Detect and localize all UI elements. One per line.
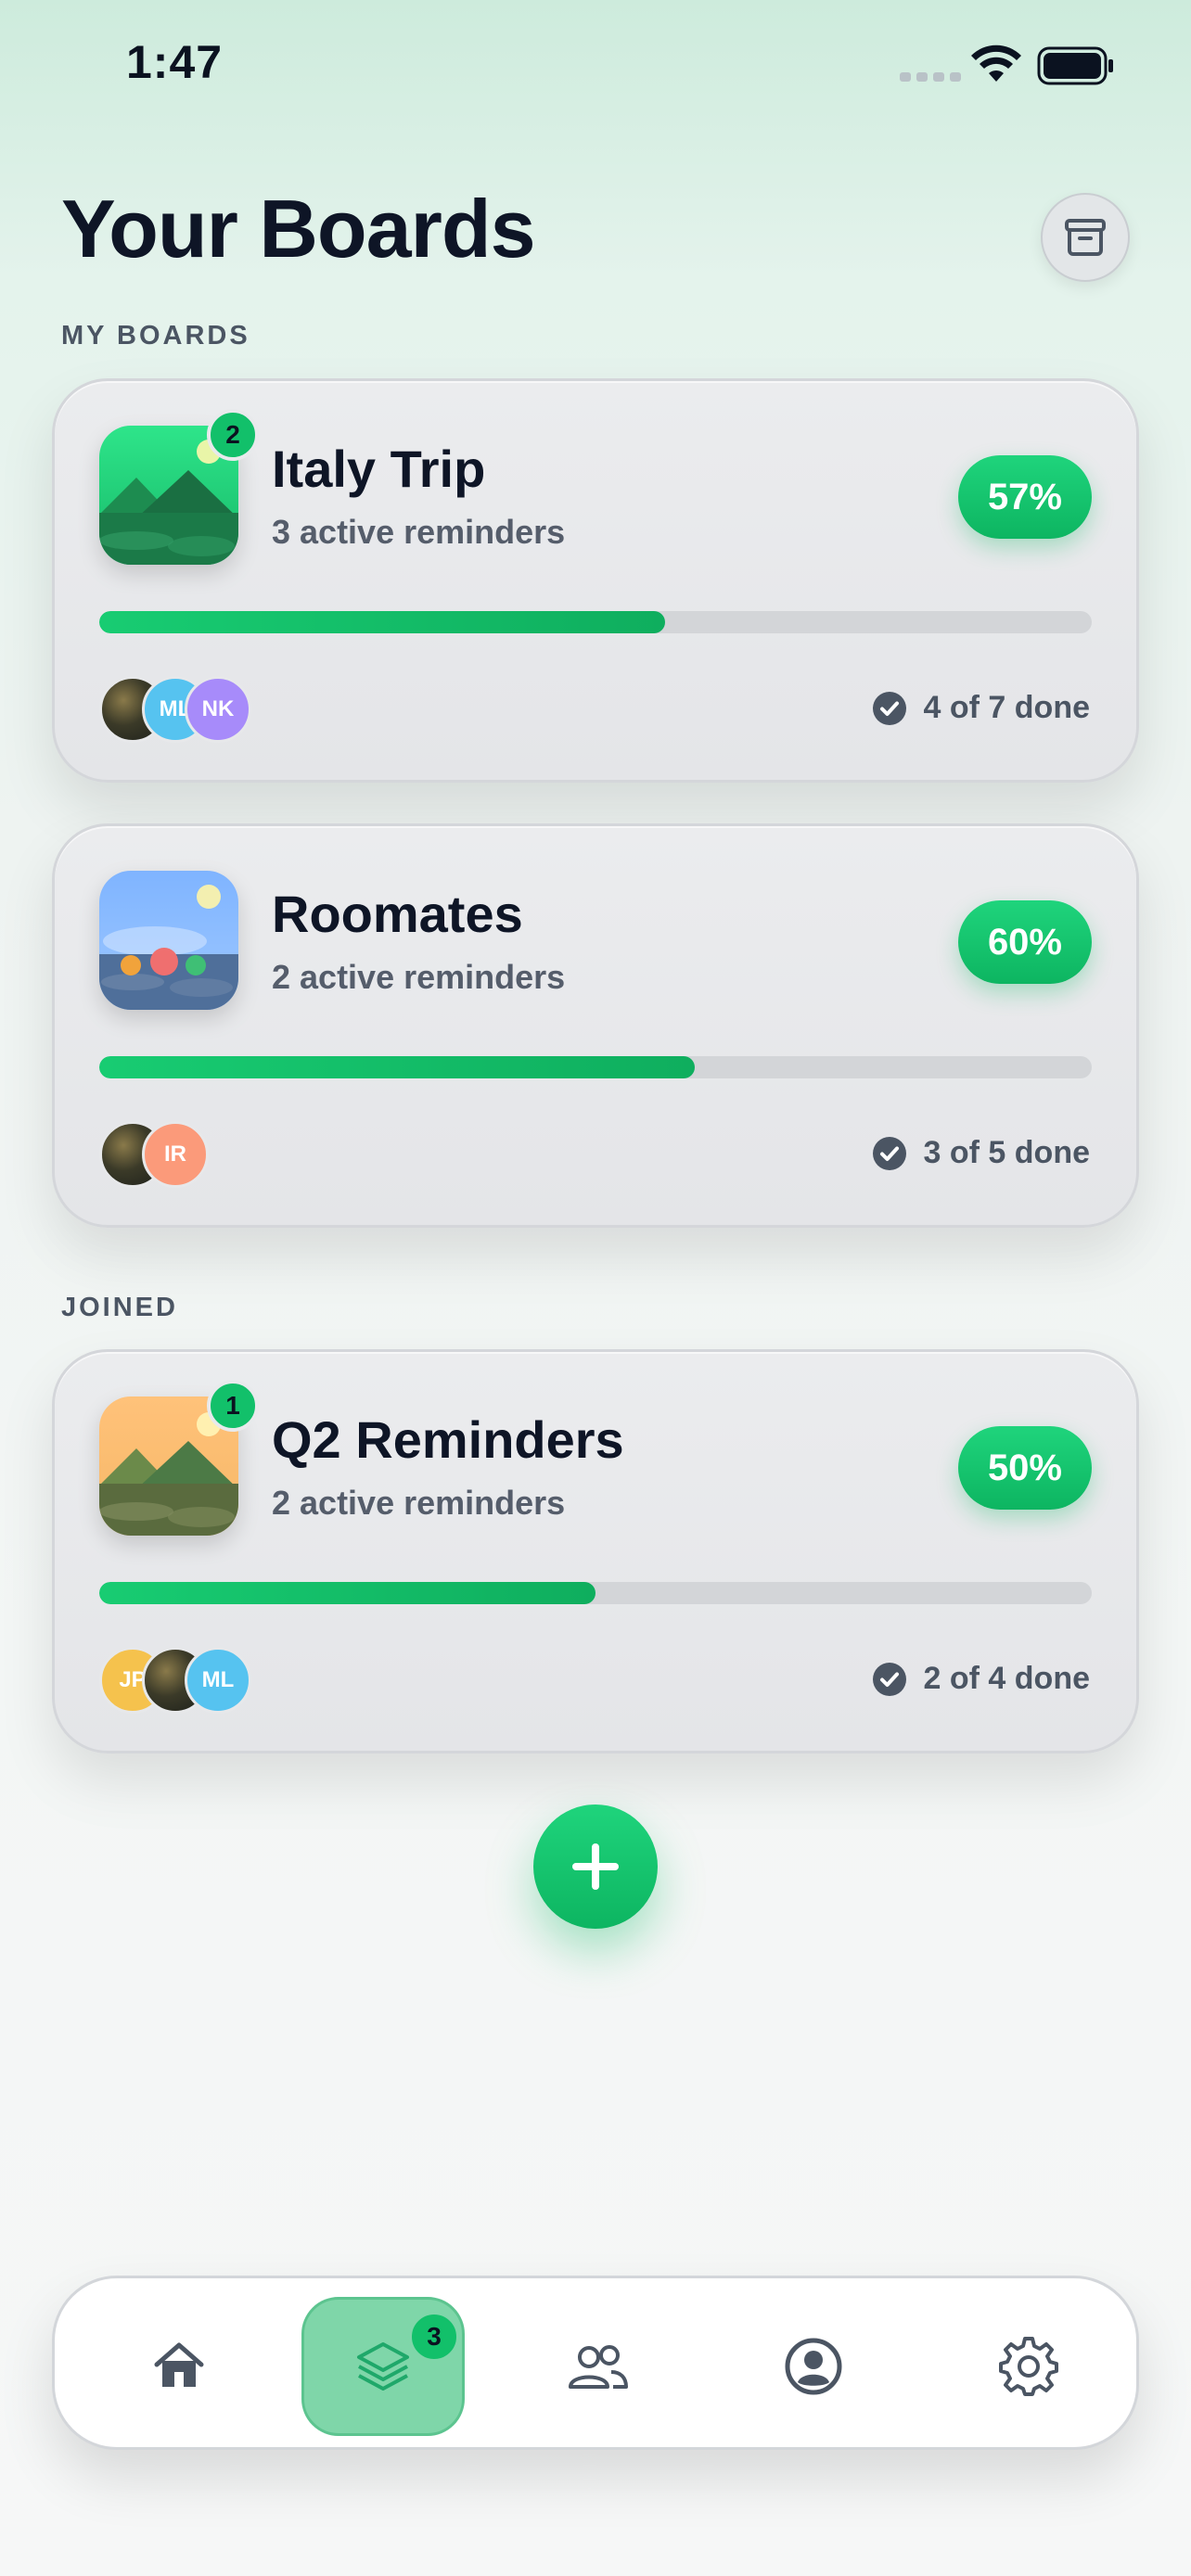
home-icon [154,2342,204,2387]
member-avatars: IR [99,1121,209,1188]
progress-percent-pill: 50% [957,1426,1092,1510]
board-subtitle: 3 active reminders [272,513,566,551]
board-name: Q2 Reminders [272,1410,624,1469]
section-label-joined: JOINED [61,1293,178,1322]
board-card-italy-trip[interactable]: 2 Italy Trip 3 active reminders 57% ML NK… [52,378,1139,783]
people-icon [569,2345,628,2389]
plus-icon [572,1843,619,1890]
profile-icon [785,2338,842,2395]
layers-icon [357,2342,409,2391]
board-card-roomates[interactable]: Roomates 2 active reminders 60% IR 3 of … [52,823,1139,1228]
status-time: 1:47 [126,36,224,88]
member-avatars: ML NK [99,676,251,743]
board-name: Italy Trip [272,440,486,498]
tab-boards[interactable]: 3 [301,2297,465,2436]
progress-bar [99,1582,1092,1604]
board-thumbnail [99,871,238,1010]
status-bar: 1:47 [0,0,1191,139]
page-title: Your Boards [61,183,536,274]
archive-button[interactable] [1041,193,1130,282]
progress-bar-fill [99,611,665,633]
check-circle-icon [872,1136,906,1170]
progress-bar [99,611,1092,633]
tab-profile[interactable] [732,2297,895,2436]
progress-percent-pill: 60% [957,900,1092,984]
board-name: Roomates [272,885,523,943]
wifi-icon [971,45,1021,82]
board-card-q2-reminders[interactable]: 1 Q2 Reminders 2 active reminders 50% JP… [52,1349,1139,1753]
landscape-icon [99,871,238,1010]
progress-bar-fill [99,1056,695,1078]
board-subtitle: 2 active reminders [272,958,566,996]
progress-percent-pill: 57% [957,455,1092,539]
done-count: 4 of 7 done [923,690,1090,725]
battery-icon [1037,46,1113,85]
tab-people[interactable] [517,2297,680,2436]
done-count: 2 of 4 done [923,1661,1090,1696]
cellular-signal-icon [900,72,961,82]
progress-bar [99,1056,1092,1078]
check-circle-icon [872,691,906,725]
avatar: ML [185,1647,251,1714]
member-avatars: JP ML [99,1647,251,1714]
unread-badge: 2 [207,409,259,461]
tab-bar: 3 [52,2276,1139,2450]
avatar: NK [185,676,251,743]
done-status: 3 of 5 done [872,1135,1090,1171]
section-label-my-boards: MY BOARDS [61,321,250,351]
boards-badge: 3 [408,2311,460,2363]
add-board-button[interactable] [533,1804,658,1929]
settings-icon [999,2337,1058,2396]
check-circle-icon [872,1662,906,1696]
done-count: 3 of 5 done [923,1135,1090,1170]
done-status: 2 of 4 done [872,1661,1090,1697]
unread-badge: 1 [207,1380,259,1432]
archive-icon [1065,219,1106,256]
board-subtitle: 2 active reminders [272,1484,566,1522]
tab-home[interactable] [97,2297,261,2436]
done-status: 4 of 7 done [872,690,1090,726]
progress-bar-fill [99,1582,596,1604]
tab-settings[interactable] [947,2297,1110,2436]
avatar: IR [142,1121,209,1188]
